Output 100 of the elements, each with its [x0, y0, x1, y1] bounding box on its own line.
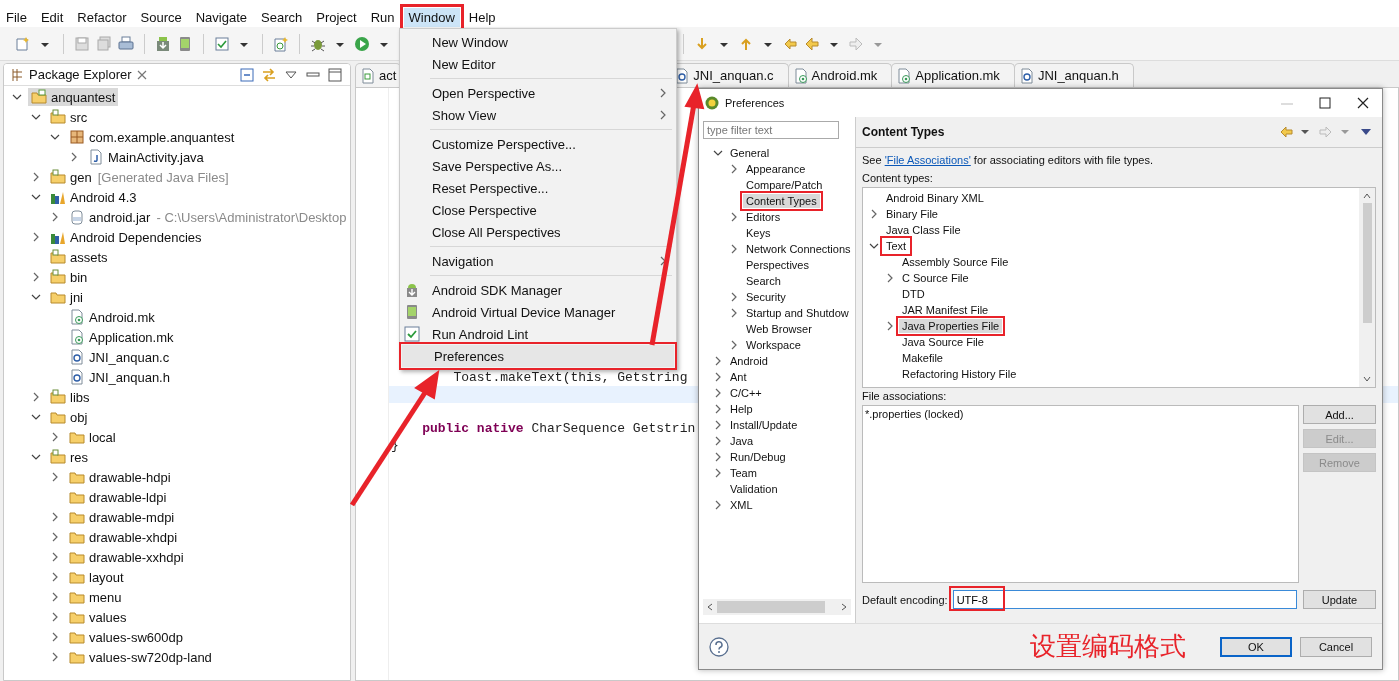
- tree-item[interactable]: local: [66, 428, 119, 446]
- menu-command[interactable]: Preferences: [402, 345, 674, 367]
- menu-command[interactable]: New Window: [400, 31, 676, 53]
- tree-item[interactable]: Content Types: [743, 194, 820, 208]
- editor-tab[interactable]: act: [355, 63, 402, 87]
- expand-chevron-icon[interactable]: [50, 572, 60, 582]
- tree-item[interactable]: values-sw600dp: [66, 628, 186, 646]
- tree-item[interactable]: Ant: [727, 370, 750, 384]
- tree-item[interactable]: XML: [727, 498, 756, 512]
- new-class-icon[interactable]: [273, 35, 289, 52]
- collapse-chevron-icon[interactable]: [12, 92, 22, 102]
- menu-command[interactable]: Customize Perspective...: [400, 133, 676, 155]
- expand-chevron-icon[interactable]: [50, 652, 60, 662]
- menubar-command[interactable]: File: [1, 7, 32, 27]
- tree-item[interactable]: Keys: [743, 226, 774, 240]
- menu-command[interactable]: Navigation: [400, 250, 676, 272]
- tree-item[interactable]: Run/Debug: [727, 450, 789, 464]
- expand-chevron-icon[interactable]: [729, 164, 739, 174]
- tree-item[interactable]: Makefile: [899, 351, 946, 365]
- menubar-command[interactable]: Refactor: [72, 7, 132, 27]
- dialog-button[interactable]: Cancel: [1300, 636, 1372, 657]
- expand-chevron-icon[interactable]: [31, 172, 41, 182]
- collapse-chevron-icon[interactable]: [31, 112, 41, 122]
- menu-command[interactable]: Reset Perspective...: [400, 177, 676, 199]
- vertical-scrollbar[interactable]: [1359, 188, 1375, 387]
- run-icon[interactable]: [354, 35, 370, 52]
- tree-item[interactable]: Java Class File: [883, 223, 964, 237]
- tree-item[interactable]: bin: [47, 268, 91, 286]
- expand-chevron-icon[interactable]: [713, 452, 723, 462]
- view-tab[interactable]: Package Explorer: [4, 64, 157, 86]
- tree-item[interactable]: C/C++: [727, 386, 765, 400]
- menu-command[interactable]: Close Perspective: [400, 199, 676, 221]
- tree-item[interactable]: Help: [727, 402, 756, 416]
- collapse-chevron-icon[interactable]: [31, 292, 41, 302]
- tree-item[interactable]: drawable-hdpi: [66, 468, 174, 486]
- file-associations-link[interactable]: 'File Associations': [884, 154, 971, 166]
- expand-chevron-icon[interactable]: [729, 340, 739, 350]
- tree-item[interactable]: values: [66, 608, 130, 626]
- tree-item[interactable]: drawable-xhdpi: [66, 528, 181, 546]
- menubar-command[interactable]: Source: [135, 7, 187, 27]
- tree-item[interactable]: jni: [47, 288, 86, 306]
- tree-item[interactable]: Java Source File: [899, 335, 987, 349]
- expand-chevron-icon[interactable]: [50, 592, 60, 602]
- tree-item[interactable]: menu: [66, 588, 125, 606]
- tree-item[interactable]: Editors: [743, 210, 784, 224]
- tree-item[interactable]: Java Properties File: [899, 319, 1003, 333]
- download-icon[interactable]: [155, 35, 171, 52]
- tree-item[interactable]: Install/Update: [727, 418, 801, 432]
- tree-item[interactable]: JNI_anquan.c: [66, 348, 173, 366]
- editor-tab[interactable]: Application.mk: [891, 63, 1015, 87]
- tree-item[interactable]: Security: [743, 290, 789, 304]
- expand-chevron-icon[interactable]: [869, 209, 879, 219]
- menu-command[interactable]: Save Perspective As...: [400, 155, 676, 177]
- tree-item[interactable]: Compare/Patch: [743, 178, 826, 192]
- tree-item[interactable]: Team: [727, 466, 760, 480]
- device-icon[interactable]: [177, 35, 193, 52]
- tree-item[interactable]: DTD: [899, 287, 928, 301]
- expand-chevron-icon[interactable]: [713, 388, 723, 398]
- expand-chevron-icon[interactable]: [50, 212, 60, 222]
- tree-item[interactable]: General: [727, 146, 773, 160]
- collapse-chevron-icon[interactable]: [713, 148, 723, 158]
- tree-item[interactable]: com.example.anquantest: [66, 128, 238, 146]
- tree-item[interactable]: drawable-ldpi: [66, 488, 170, 506]
- tree-item[interactable]: Text: [883, 239, 910, 253]
- tree-item[interactable]: anquantest: [28, 88, 119, 106]
- expand-chevron-icon[interactable]: [713, 372, 723, 382]
- expand-chevron-icon[interactable]: [31, 232, 41, 242]
- tree-item[interactable]: libs: [47, 388, 93, 406]
- tree-item[interactable]: Appearance: [743, 162, 809, 176]
- menu-command[interactable]: Run Android Lint: [400, 323, 676, 345]
- expand-chevron-icon[interactable]: [50, 612, 60, 622]
- expand-chevron-icon[interactable]: [31, 392, 41, 402]
- list-item[interactable]: *.properties (locked): [865, 408, 1296, 420]
- expand-chevron-icon[interactable]: [885, 321, 895, 331]
- menubar-command[interactable]: Help: [463, 7, 501, 27]
- tree-item[interactable]: C Source File: [899, 271, 972, 285]
- tree-item[interactable]: Perspectives: [743, 258, 812, 272]
- tree-item[interactable]: Assembly Source File: [899, 255, 1012, 269]
- expand-chevron-icon[interactable]: [713, 420, 723, 430]
- expand-chevron-icon[interactable]: [729, 244, 739, 254]
- tree-item[interactable]: drawable-xxhdpi: [66, 548, 187, 566]
- tree-item[interactable]: Java: [727, 434, 757, 448]
- printer-icon[interactable]: [118, 35, 134, 52]
- maximize-icon[interactable]: [1318, 96, 1332, 110]
- menubar-command[interactable]: Edit: [35, 7, 69, 27]
- tree-item[interactable]: Workspace: [743, 338, 804, 352]
- menu-command[interactable]: Close All Perspectives: [400, 221, 676, 243]
- tree-item[interactable]: drawable-mdpi: [66, 508, 178, 526]
- expand-chevron-icon[interactable]: [729, 308, 739, 318]
- tree-item[interactable]: Android.mk: [66, 308, 158, 326]
- collapse-all-icon[interactable]: [239, 66, 255, 83]
- tree-item[interactable]: Android Binary XML: [883, 191, 987, 205]
- expand-chevron-icon[interactable]: [713, 404, 723, 414]
- update-button[interactable]: Update: [1303, 590, 1376, 609]
- tree-item[interactable]: Application.mk: [66, 328, 177, 346]
- expand-chevron-icon[interactable]: [50, 632, 60, 642]
- tree-item[interactable]: layout: [66, 568, 127, 586]
- menubar-command[interactable]: Search: [256, 7, 308, 27]
- tree-item[interactable]: values-sw720dp-land: [66, 648, 215, 666]
- scrollbar-thumb[interactable]: [1362, 203, 1372, 323]
